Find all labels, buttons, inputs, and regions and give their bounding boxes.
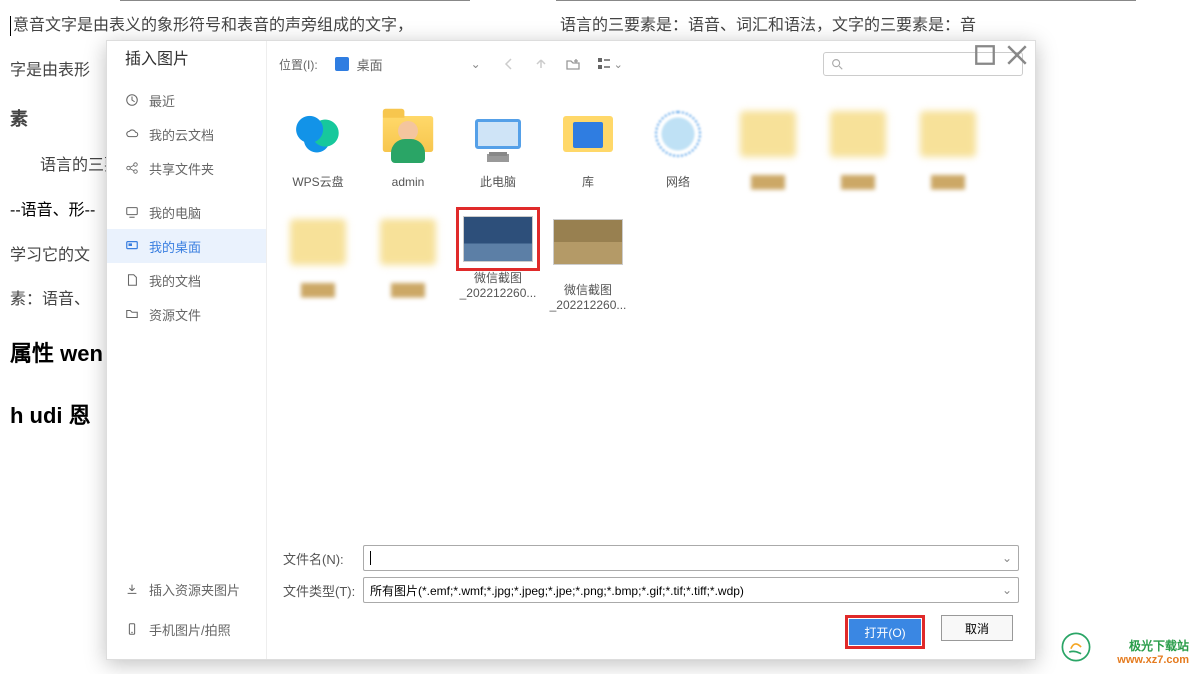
close-button[interactable] xyxy=(1003,45,1031,65)
up-button[interactable] xyxy=(530,53,552,75)
location-label: 位置(I): xyxy=(279,56,318,73)
network-icon xyxy=(655,111,701,157)
chevron-down-icon: ⌄ xyxy=(614,58,623,71)
maximize-button[interactable] xyxy=(971,45,999,65)
sidebar-item-label: 资源文件 xyxy=(149,305,201,324)
item-blurred[interactable]: ████ xyxy=(273,207,363,314)
sidebar-item-desktop[interactable]: 我的桌面 xyxy=(107,229,266,263)
item-label: 微信截图 xyxy=(564,283,612,297)
open-button[interactable]: 打开(O) xyxy=(849,619,921,645)
sidebar-item-cloud-docs[interactable]: 我的云文档 xyxy=(107,117,266,151)
view-mode-button[interactable]: ⌄ xyxy=(596,56,623,72)
item-network[interactable]: 网络 xyxy=(633,99,723,191)
cancel-button-label: 取消 xyxy=(965,620,989,637)
desktop-mini-icon xyxy=(335,57,349,71)
sidebar-item-insert-resource[interactable]: 插入资源夹图片 xyxy=(107,569,266,609)
back-button[interactable] xyxy=(498,53,520,75)
chevron-down-icon: ⌄ xyxy=(471,57,481,71)
sidebar-item-mydocs[interactable]: 我的文档 xyxy=(107,263,266,297)
watermark-url: www.xz7.com xyxy=(1117,654,1189,666)
location-combo[interactable]: 桌面 ⌄ xyxy=(328,52,488,77)
sidebar-item-label: 我的桌面 xyxy=(149,237,201,256)
toolbar: 位置(I): 桌面 ⌄ ⌄ xyxy=(267,41,1035,87)
filename-label: 文件名(N): xyxy=(283,549,363,568)
phone-icon xyxy=(125,622,139,636)
open-button-label: 打开(O) xyxy=(864,624,905,641)
insert-picture-dialog: 插入图片 最近 我的云文档 共享文件夹 我的电脑 我的桌面 xyxy=(106,40,1036,660)
search-icon xyxy=(830,57,844,71)
cloud-icon xyxy=(125,127,139,141)
sidebar-item-label: 插入资源夹图片 xyxy=(149,580,240,599)
item-label: 微信截图 xyxy=(474,271,522,285)
item-wps-cloud[interactable]: WPS云盘 xyxy=(273,99,363,191)
image-thumbnail-icon xyxy=(553,219,623,265)
item-label: 库 xyxy=(582,175,594,191)
monitor-icon xyxy=(475,119,521,149)
item-label-suffix: _202212260... xyxy=(460,286,537,300)
cancel-button[interactable]: 取消 xyxy=(941,615,1013,641)
filetype-combo[interactable]: 所有图片(*.emf;*.wmf;*.jpg;*.jpeg;*.jpe;*.pn… xyxy=(363,577,1019,603)
main-panel: 位置(I): 桌面 ⌄ ⌄ xyxy=(267,41,1035,659)
filetype-label: 文件类型(T): xyxy=(283,581,363,600)
sidebar-item-label: 共享文件夹 xyxy=(149,159,214,178)
desktop-icon xyxy=(125,239,139,253)
doc-icon xyxy=(125,273,139,287)
sidebar-item-label: 我的电脑 xyxy=(149,203,201,222)
file-list[interactable]: WPS云盘 admin 此电脑 库 网络 ████ ████ ████ ████… xyxy=(267,87,1035,531)
item-wechat-screenshot-1[interactable]: 微信截图_202212260... xyxy=(453,207,543,314)
sidebar: 插入图片 最近 我的云文档 共享文件夹 我的电脑 我的桌面 xyxy=(107,41,267,659)
sidebar-item-label: 我的云文档 xyxy=(149,125,214,144)
sidebar-item-label: 手机图片/拍照 xyxy=(149,620,231,639)
item-label: WPS云盘 xyxy=(292,175,343,191)
share-icon xyxy=(125,161,139,175)
item-blurred[interactable]: ████ xyxy=(363,207,453,314)
item-blurred[interactable]: ████ xyxy=(723,99,813,191)
bg-line: 意音文字是由表义的象形符号和表音的声旁组成的文字， xyxy=(13,17,413,34)
item-label-suffix: _202212260... xyxy=(550,298,627,312)
sidebar-item-phone[interactable]: 手机图片/拍照 xyxy=(107,609,266,649)
location-value: 桌面 xyxy=(357,55,383,74)
sidebar-item-shared[interactable]: 共享文件夹 xyxy=(107,151,266,185)
item-admin[interactable]: admin xyxy=(363,99,453,191)
clock-icon xyxy=(125,93,139,107)
filename-input[interactable]: ⌄ xyxy=(363,545,1019,571)
item-label: 此电脑 xyxy=(480,175,516,191)
item-label: admin xyxy=(392,175,425,191)
export-icon xyxy=(125,582,139,596)
bottom-panel: 文件名(N): ⌄ 文件类型(T): 所有图片(*.emf;*.wmf;*.jp… xyxy=(267,531,1035,659)
new-folder-button[interactable] xyxy=(562,53,584,75)
item-library[interactable]: 库 xyxy=(543,99,633,191)
filetype-value: 所有图片(*.emf;*.wmf;*.jpg;*.jpeg;*.jpe;*.pn… xyxy=(370,582,744,599)
dialog-title: 插入图片 xyxy=(107,45,266,83)
item-wechat-screenshot-2[interactable]: 微信截图_202212260... xyxy=(543,207,633,314)
item-label: 网络 xyxy=(666,175,690,191)
watermark-logo-icon xyxy=(1059,630,1093,664)
sidebar-item-resources[interactable]: 资源文件 xyxy=(107,297,266,331)
folder-icon xyxy=(125,307,139,321)
sidebar-item-mypc[interactable]: 我的电脑 xyxy=(107,195,266,229)
pc-icon xyxy=(125,205,139,219)
cloud-drive-icon xyxy=(288,111,348,157)
sidebar-item-recent[interactable]: 最近 xyxy=(107,83,266,117)
watermark: 极光下载站 www.xz7.com xyxy=(1117,637,1189,666)
item-this-pc[interactable]: 此电脑 xyxy=(453,99,543,191)
watermark-site: 极光下载站 xyxy=(1117,637,1189,654)
item-blurred[interactable]: ████ xyxy=(903,99,993,191)
item-blurred[interactable]: ████ xyxy=(813,99,903,191)
sidebar-item-label: 最近 xyxy=(149,91,175,110)
sidebar-item-label: 我的文档 xyxy=(149,271,201,290)
library-icon xyxy=(563,116,613,152)
image-thumbnail-icon xyxy=(463,216,533,262)
